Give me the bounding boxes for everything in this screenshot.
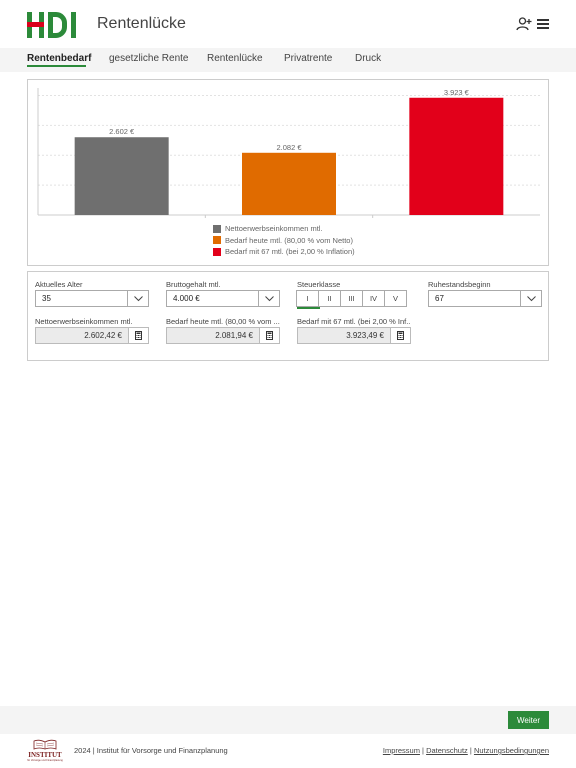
steuerklasse-label: Steuerklasse	[297, 280, 341, 289]
bar	[409, 97, 504, 215]
action-bar	[0, 706, 576, 734]
calculator-icon[interactable]	[128, 328, 148, 343]
tab-druck[interactable]: Druck	[355, 53, 381, 64]
legend-item: Bedarf heute mtl. (80,00 % vom Netto)	[213, 235, 355, 247]
nutzungsbedingungen-link[interactable]: Nutzungsbedingungen	[474, 746, 549, 755]
steuerklasse-option-iv[interactable]: IV	[362, 290, 385, 307]
institut-logo: INSTITUT für Vorsorge und Finanzplanung	[27, 738, 63, 764]
brutto-label: Bruttogehalt mtl.	[166, 280, 221, 289]
bedarf-67-field: 3.923,49 €	[297, 327, 411, 344]
steuerklasse-option-iii[interactable]: III	[340, 290, 363, 307]
footer-links: Impressum | Datenschutz | Nutzungsbeding…	[383, 746, 549, 755]
legend-swatch	[213, 224, 221, 233]
link-separator: |	[422, 746, 424, 755]
legend-swatch	[213, 236, 221, 245]
bedarf-heute-value: 2.081,94 €	[215, 331, 253, 340]
legend-item: Bedarf mit 67 mtl. (bei 2,00 % Inflation…	[213, 246, 355, 258]
legend-swatch	[213, 247, 221, 256]
legend-label: Bedarf heute mtl. (80,00 % vom Netto)	[225, 235, 353, 245]
netto-label: Nettoerwerbseinkommen mtl.	[35, 317, 133, 326]
alter-select[interactable]: 35	[35, 290, 149, 307]
alter-value: 35	[42, 294, 51, 303]
bedarf-heute-field: 2.081,94 €	[166, 327, 280, 344]
alter-label: Aktuelles Alter	[35, 280, 83, 289]
legend-label: Nettoerwerbseinkommen mtl.	[225, 224, 323, 234]
app-header: Rentenlücke	[0, 0, 576, 48]
chevron-down-icon[interactable]	[258, 291, 279, 306]
steuerklasse-option-ii[interactable]: II	[318, 290, 341, 307]
brutto-select[interactable]: 4.000 €	[166, 290, 280, 307]
tab-rentenluecke[interactable]: Rentenlücke	[207, 53, 263, 64]
tab-privatrente[interactable]: Privatrente	[284, 53, 332, 64]
bedarf-67-label: Bedarf mit 67 mtl. (bei 2,00 % Inf...	[297, 317, 411, 326]
ruhestand-label: Ruhestandsbeginn	[428, 280, 491, 289]
netto-value: 2.602,42 €	[84, 331, 122, 340]
bar-value-label: 2.082 €	[276, 143, 302, 152]
user-add-icon[interactable]	[516, 16, 532, 32]
calculator-icon[interactable]	[390, 328, 410, 343]
input-panel: Aktuelles Alter 35 Bruttogehalt mtl. 4.0…	[27, 271, 549, 361]
bar-value-label: 2.602 €	[109, 127, 135, 136]
steuerklasse-toggle: I II III IV V	[296, 290, 407, 307]
steuerklasse-option-i[interactable]: I	[296, 290, 319, 307]
ruhestand-select[interactable]: 67	[428, 290, 542, 307]
bar-chart: 2.602 € 2.082 € 3.923 €	[37, 88, 540, 218]
bar	[242, 152, 336, 215]
chevron-down-icon[interactable]	[520, 291, 541, 306]
chart-legend: Nettoerwerbseinkommen mtl. Bedarf heute …	[213, 223, 355, 258]
ruhestand-value: 67	[435, 294, 444, 303]
tab-rentenbedarf[interactable]: Rentenbedarf	[27, 53, 91, 64]
chart-panel: 2.602 € 2.082 € 3.923 € Nettoerwerbseinkom…	[27, 79, 549, 266]
bar-value-label: 3.923 €	[444, 88, 470, 97]
bedarf-67-value: 3.923,49 €	[346, 331, 384, 340]
calculator-icon[interactable]	[259, 328, 279, 343]
tab-gesetzliche-rente[interactable]: gesetzliche Rente	[109, 53, 189, 64]
impressum-link[interactable]: Impressum	[383, 746, 420, 755]
steuerklasse-selected-indicator	[297, 307, 320, 309]
institut-logo-text: INSTITUT	[28, 751, 62, 759]
legend-label: Bedarf mit 67 mtl. (bei 2,00 % Inflation…	[225, 247, 355, 257]
app-title: Rentenlücke	[97, 15, 186, 32]
book-icon	[33, 739, 57, 750]
legend-item: Nettoerwerbseinkommen mtl.	[213, 223, 355, 235]
bedarf-heute-label: Bedarf heute mtl. (80,00 % vom ...	[166, 317, 280, 326]
copyright-text: 2024 | Institut für Vorsorge und Finanzp…	[74, 746, 228, 755]
link-separator: |	[469, 746, 472, 755]
main-nav: Rentenbedarf gesetzliche Rente Rentenlüc…	[0, 48, 576, 72]
weiter-button[interactable]: Weiter	[508, 711, 549, 729]
active-tab-indicator	[27, 65, 86, 67]
netto-field: 2.602,42 €	[35, 327, 149, 344]
datenschutz-link[interactable]: Datenschutz	[426, 746, 468, 755]
hdi-logo[interactable]	[27, 12, 91, 38]
institut-logo-subtext: für Vorsorge und Finanzplanung	[27, 759, 63, 762]
chevron-down-icon[interactable]	[127, 291, 148, 306]
steuerklasse-option-v[interactable]: V	[384, 290, 407, 307]
brutto-value: 4.000 €	[173, 294, 200, 303]
bar	[74, 137, 169, 215]
menu-icon[interactable]	[536, 17, 550, 31]
